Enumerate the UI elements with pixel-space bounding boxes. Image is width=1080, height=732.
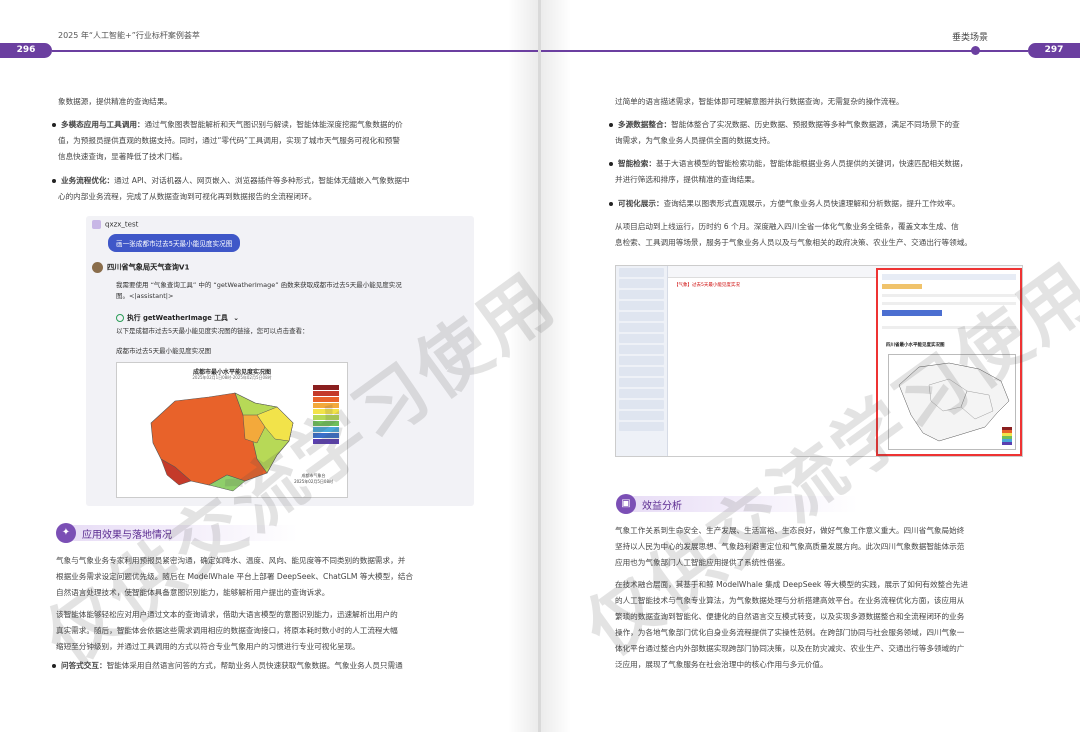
section-heading-benefit: ▣ 效益分析 xyxy=(616,494,866,514)
bot-avatar xyxy=(92,262,103,273)
paragraph1-line2: 根据业务需求设定问题优先级。随后在 ModelWhale 平台上部署 DeepS… xyxy=(56,572,414,581)
bullet-dot xyxy=(609,162,613,166)
chapter-title: 垂类场景 xyxy=(951,33,988,43)
bot-message-line2: 图。<|assistant|> xyxy=(116,292,174,300)
bullet-multimodal: 多模态应用与工具调用：通过气象图表智能解析和天气图识别与解读，智能体能深度挖掘气… xyxy=(52,117,403,132)
chat-username: qxzx_test xyxy=(105,220,139,229)
bot-header: 四川省气象局天气查询V1 xyxy=(92,262,189,273)
panel-map-title: 四川省最小水平能见度实况图 xyxy=(886,343,945,348)
panel-tabs xyxy=(882,274,1016,280)
intro-text: 象数据源，提供精准的查询结果。 xyxy=(58,97,172,106)
header-rule xyxy=(52,50,538,52)
paragraph3-line5: 体化平台通过整合内外部数据实现跨部门协同决策，以及在防灾减灾、农业生产、交通出行… xyxy=(615,644,965,653)
tool-call-row[interactable]: 执行 getWeatherImage 工具 ⌄ xyxy=(116,312,239,322)
chevron-down-icon: ⌄ xyxy=(233,314,239,322)
bot-message-line3: 以下是成都市过去5天最小能见度实况图的链接，您可以点击查看： xyxy=(116,327,309,335)
bullet-dot xyxy=(52,179,56,183)
bullet-dot xyxy=(52,664,56,668)
header-rule xyxy=(541,50,1028,52)
bullet-multimodal-line2: 值，为预报员提供直观的数据支持。同时，通过“零代码”工具调用，实现了城市天气服务… xyxy=(58,136,400,145)
visibility-map-chengdu: 成都市最小水平能见度实况图 2025年02月1日08时-2025年02月5日08… xyxy=(116,362,348,498)
bullet-search: 智能检索：基于大语言模型的智能检索功能，智能体能根据业务人员提供的关键词，快速匹… xyxy=(609,156,967,171)
paragraph1-line2: 息检索、工具调用等场景，服务于气象业务人员以及与气象相关的政府决策、农业生产、交… xyxy=(615,238,972,247)
bullet-dot xyxy=(609,123,613,127)
platform-sidebar xyxy=(616,266,668,456)
paragraph2-line3: 缩短至分钟级别，并通过工具调用的方式以符合专业气象用户的习惯进行专业可视化呈现。 xyxy=(56,642,360,651)
bullet-dot xyxy=(609,202,613,206)
header-dot xyxy=(971,46,980,55)
bullet-dot xyxy=(52,123,56,127)
bullet-workflow: 业务流程优化：通过 API、对话机器人、网页嵌入、浏览器插件等多种形式，智能体无… xyxy=(52,173,410,188)
paragraph3-line2: 的人工智能技术与气象专业算法，为气象数据处理与分析搭建高效平台。在业务流程优化方… xyxy=(615,596,965,605)
paragraph3-line6: 泛应用，展现了气象服务在社会治理中的核心作用与多元价值。 xyxy=(615,660,828,669)
bot-name: 四川省气象局天气查询V1 xyxy=(107,262,190,272)
panel-query-button[interactable] xyxy=(882,310,942,316)
bullet-workflow-line2: 心的内部业务流程，完成了从数据查询到可视化再到数据报告的全流程闭环。 xyxy=(58,192,317,201)
map-footer: 成都市气象台 2025年02月5日08时 xyxy=(294,473,333,484)
paragraph1-line1: 气象与气象业务专家利用预报员紧密沟通，确定如降水、温度、风向、能见度等不同类别的… xyxy=(56,556,406,565)
bot-message-line1: 我需要使用 “气象查询工具” 中的 “getWeatherImage” 函数来获… xyxy=(116,281,402,289)
paragraph3-line4: 操作，为各地气象部门优化自身业务流程提供了实操性范例。在跨部门协同与社会服务领域… xyxy=(615,628,965,637)
page-number-left: 296 xyxy=(0,43,52,58)
paragraph3-line3: 繁琐的数据查询到智能化、便捷化的自然语言交互模式转变，以及实现多源数据整合和全流… xyxy=(615,612,965,621)
platform-query-text: 【气象】过去5天最小能见度实况 xyxy=(674,283,740,288)
user-avatar xyxy=(92,220,101,229)
page-number-right: 297 xyxy=(1028,43,1080,58)
bullet-visualization: 可视化展示：查询结果以图表形式直观展示，方便气象业务人员快速理解和分析数据，提升… xyxy=(609,196,960,211)
panel-filter xyxy=(882,284,922,289)
map-link-text[interactable]: 成都市过去5天最小能见度实况图 xyxy=(116,346,211,357)
section-title: 效益分析 xyxy=(642,501,682,512)
bullet-qa: 问答式交互：智能体采用自然语言问答的方式，帮助业务人员快速获取气象数据。气象业务… xyxy=(52,658,403,673)
bullet-multisource-line2: 询需求，为气象业务人员提供全面的数据支持。 xyxy=(615,136,775,145)
book-title: 2025 年“人工智能+”行业标杆案例荟萃 xyxy=(58,31,200,40)
paragraph2-line1: 该智能体能够轻松应对用户通过文本的查询请求，借助大语言模型的意图识别能力，迅速解… xyxy=(56,610,398,619)
paragraph2-line3: 应用也为气象部门人工智能应用提供了系统性借鉴。 xyxy=(615,558,790,567)
section-title: 应用效果与落地情况 xyxy=(82,530,172,541)
paragraph1-line3: 自然语言处理技术，使智能体具备意图识别能力，能够解析用户提出的查询诉求。 xyxy=(56,588,330,597)
sichuan-map xyxy=(888,354,1016,450)
platform-screenshot: 【气象】过去5天最小能见度实况 四川省最小水平能见度实况图 xyxy=(615,265,1023,457)
intro-text: 过简单的语言描述需求，智能体即可理解意图并执行数据查询，无需复杂的操作流程。 xyxy=(615,97,904,106)
check-circle-icon xyxy=(116,314,124,322)
bullet-multimodal-line3: 信息快速查询，显著降低了技术门槛。 xyxy=(58,152,188,161)
section-heading-effect: ✦ 应用效果与落地情况 xyxy=(56,523,306,543)
paragraph2-line2: 坚持以人民为中心的发展思想、气象趋利避害定位和气象高质量发展方向。此次四川气象数… xyxy=(615,542,965,551)
bullet-search-line2: 并进行筛选和排序，提供精准的查询结果。 xyxy=(615,175,760,184)
sichuan-map-shape xyxy=(898,362,1010,442)
sparkle-icon: ✦ xyxy=(56,523,76,543)
paragraph1-line1: 从项目启动到上线运行，历时约 6 个月。深度融入四川全省一体化气象业务全链条，覆… xyxy=(615,222,959,231)
map-legend xyxy=(313,385,339,445)
bullet-multisource: 多源数据整合：智能体整合了实况数据、历史数据、预报数据等多种气象数据源，满足不同… xyxy=(609,117,960,132)
user-message-bubble: 画一张成都市过去5天最小能见度实况图 xyxy=(108,234,241,252)
gutter-shadow xyxy=(541,0,571,732)
sichuan-map-legend xyxy=(1002,427,1012,445)
paragraph2-line2: 真实需求。随后，智能体会依据这些需求调用相应的数据查询接口，将原本耗时数小时的人… xyxy=(56,626,398,635)
gutter-shadow xyxy=(508,0,538,732)
paragraph3-line1: 在技术融合层面，其基于和鲸 ModelWhale 集成 DeepSeek 等大模… xyxy=(615,580,968,589)
chat-user-row: qxzx_test xyxy=(92,220,138,229)
tool-call-label: 执行 getWeatherImage 工具 xyxy=(127,314,228,322)
left-page: 2025 年“人工智能+”行业标杆案例荟萃 296 象数据源，提供精准的查询结果… xyxy=(0,0,538,732)
paragraph2-line1: 气象工作关系到生命安全、生产发展、生活富裕、生态良好，做好气象工作意义重大。四川… xyxy=(615,526,965,535)
highlighted-result-panel: 四川省最小水平能见度实况图 xyxy=(876,268,1022,456)
document-icon: ▣ xyxy=(616,494,636,514)
